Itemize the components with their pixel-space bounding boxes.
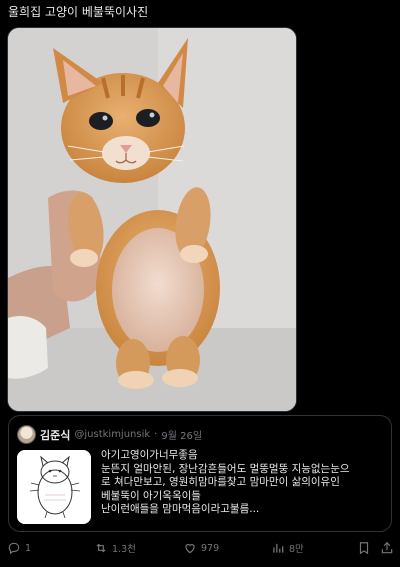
post-date[interactable]: 9월 26일 — [161, 427, 202, 442]
retweet-icon — [96, 543, 106, 553]
views-button[interactable]: 8만 — [271, 541, 304, 555]
quote-line: 눈뜬지 얼마안된, 장난감흔들어도 멀뚱멀뚱 지능없는눈으 — [101, 462, 350, 475]
share-button[interactable] — [380, 541, 394, 555]
action-bar: 1 1.3천 979 8만 — [0, 541, 400, 559]
avatar[interactable] — [17, 425, 36, 444]
retweet-count: 1.3천 — [112, 544, 136, 555]
like-icon — [185, 544, 195, 554]
quote-header: 김준식 @justkimjunsik · 9월 26일 — [17, 425, 202, 444]
quote-text: 아기고영이가너무좋음 눈뜬지 얼마안된, 장난감흔들어도 멀뚱멀뚱 지능없는눈으… — [101, 449, 387, 517]
kitten-photo — [8, 28, 296, 411]
quote-thumbnail[interactable] — [17, 450, 91, 524]
cat-drawing — [17, 450, 91, 524]
separator-dot: · — [154, 429, 158, 440]
views-count: 8만 — [289, 544, 304, 555]
share-icon — [381, 541, 393, 554]
quoted-post[interactable]: 김준식 @justkimjunsik · 9월 26일 아기고영이가너무좋음 눈… — [8, 415, 392, 532]
quote-line: 베불뚝이 아기옥옥이들 — [101, 489, 201, 502]
author-name[interactable]: 김준식 — [40, 427, 70, 443]
quote-line: 아기고영이가너무좋음 — [101, 449, 198, 461]
bookmark-button[interactable] — [357, 541, 371, 555]
reply-button[interactable]: 1 — [7, 541, 31, 555]
post-text: 울희집 고양이 베불뚝이사진 — [8, 5, 149, 19]
bookmark-icon — [359, 542, 369, 555]
author-handle[interactable]: @justkimjunsik — [74, 429, 150, 440]
quote-line: 난이런애들을 맘마먹음이라고불름... — [101, 503, 260, 516]
views-icon — [273, 543, 284, 553]
reply-count: 1 — [25, 542, 32, 554]
retweet-button[interactable]: 1.3천 — [94, 541, 136, 555]
like-button[interactable]: 979 — [183, 541, 219, 555]
quote-line: 로 쳐다만보고, 영원히맘마를찾고 맘마만이 삶의이유인 — [101, 476, 340, 489]
like-count: 979 — [201, 542, 220, 554]
post-photo[interactable] — [7, 27, 297, 412]
reply-icon — [8, 542, 20, 555]
